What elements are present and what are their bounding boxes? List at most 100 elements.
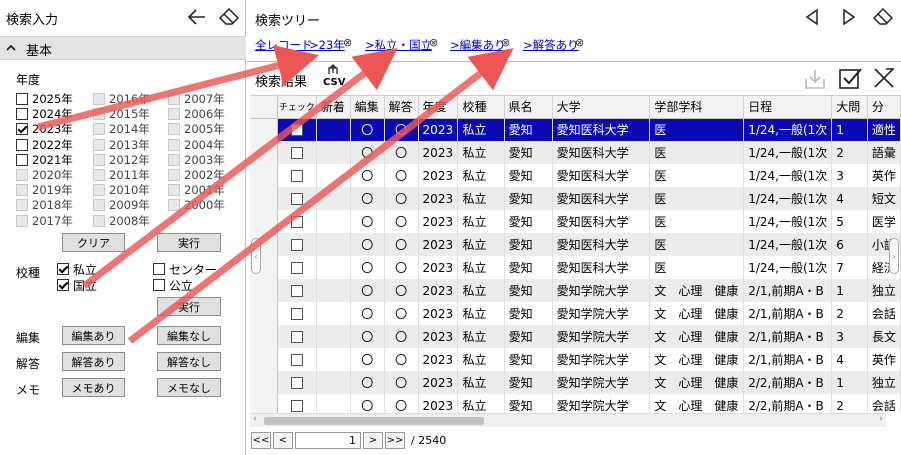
- breadcrumb-year[interactable]: >23年: [309, 37, 345, 53]
- column-header[interactable]: 分: [867, 96, 901, 119]
- row-check-cell[interactable]: [277, 348, 317, 371]
- table-row[interactable]: 〇〇 2023 私立 愛知 愛知学院大学文 心理 健康 2/1,前期A・B 2 会話: [250, 302, 901, 325]
- edit-yes-button[interactable]: 編集あり: [62, 326, 125, 345]
- year-checkbox-2011年[interactable]: 2011年: [93, 168, 150, 182]
- table-row[interactable]: 〇〇 2023 私立 愛知 愛知医科大学医 1/24,一般(1次 2 語彙: [250, 141, 901, 164]
- right-collapse-handle[interactable]: ›: [889, 238, 899, 274]
- column-header[interactable]: チェック: [277, 96, 317, 119]
- checkbox-icon[interactable]: [290, 331, 303, 343]
- horizontal-scrollbar[interactable]: ‹ ›: [250, 413, 886, 427]
- school-type-checkbox[interactable]: 公立: [153, 278, 193, 293]
- answer-no-button[interactable]: 解答なし: [157, 352, 221, 371]
- table-row[interactable]: 〇〇 2023 私立 愛知 愛知医科大学医 1/24,一般(1次 6 小説: [250, 233, 901, 256]
- table-row[interactable]: 〇〇 2023 私立 愛知 愛知学院大学文 心理 健康 2/2,前期A・B 1 独立: [250, 371, 901, 394]
- scroll-thumb[interactable]: [264, 417, 484, 425]
- column-header[interactable]: 年度: [418, 96, 459, 119]
- checkbox-icon[interactable]: [153, 279, 165, 291]
- checkbox-icon[interactable]: [290, 285, 303, 297]
- row-check-cell[interactable]: [277, 141, 317, 164]
- row-header[interactable]: [250, 302, 278, 325]
- table-row[interactable]: 〇〇 2023 私立 愛知 愛知学院大学文 心理 健康 2/1,前期A・B 1 独立: [250, 279, 901, 302]
- row-header[interactable]: [250, 187, 278, 210]
- csv-export-icon[interactable]: CSV: [320, 64, 346, 92]
- row-check-cell[interactable]: [277, 279, 317, 302]
- page-number-input[interactable]: 1: [295, 431, 361, 449]
- back-arrow-icon[interactable]: [186, 6, 208, 28]
- table-row[interactable]: 〇〇 2023 私立 愛知 愛知学院大学文 心理 健康 2/1,前期A・B 4 英作: [250, 348, 901, 371]
- year-checkbox-2006年[interactable]: 2006年: [168, 107, 225, 121]
- run-button[interactable]: 実行: [157, 233, 221, 252]
- checkbox-icon[interactable]: [16, 214, 28, 227]
- year-checkbox-2004年[interactable]: 2004年: [168, 138, 225, 152]
- checkbox-icon[interactable]: [290, 239, 303, 251]
- checkbox-icon[interactable]: [16, 108, 28, 121]
- year-checkbox-2008年[interactable]: 2008年: [93, 214, 150, 228]
- checkbox-icon[interactable]: [168, 153, 180, 166]
- row-header[interactable]: [250, 394, 278, 413]
- close-circle-icon[interactable]: ⊗: [429, 36, 438, 49]
- left-collapse-handle[interactable]: ‹: [251, 238, 261, 274]
- checkbox-icon[interactable]: [93, 123, 105, 136]
- row-header[interactable]: [250, 279, 278, 302]
- run-button-2[interactable]: 実行: [157, 297, 221, 316]
- year-checkbox-2013年[interactable]: 2013年: [93, 138, 150, 152]
- table-row[interactable]: 〇〇 2023 私立 愛知 愛知学院大学文 心理 健康 2/1,前期A・B 3 長文: [250, 325, 901, 348]
- column-header[interactable]: 学部学科: [649, 96, 745, 119]
- memo-no-button[interactable]: メモなし: [157, 378, 221, 397]
- memo-yes-button[interactable]: メモあり: [62, 378, 125, 397]
- checkbox-icon[interactable]: [168, 184, 180, 197]
- breadcrumb-answered[interactable]: >解答あり: [523, 37, 579, 53]
- school-type-checkbox[interactable]: センター: [153, 262, 217, 277]
- column-header[interactable]: 県名: [504, 96, 553, 119]
- scroll-left-icon[interactable]: ‹: [253, 414, 257, 424]
- close-circle-icon[interactable]: ⊗: [343, 36, 352, 49]
- checkbox-icon[interactable]: [16, 169, 28, 181]
- checkbox-icon[interactable]: [93, 108, 105, 121]
- scroll-right-icon[interactable]: ›: [879, 414, 883, 424]
- year-checkbox-2023年[interactable]: 2023年: [16, 122, 73, 136]
- checkbox-icon[interactable]: [93, 93, 105, 105]
- row-header[interactable]: [250, 141, 278, 164]
- school-type-checkbox[interactable]: 国立: [57, 278, 97, 293]
- checkbox-icon[interactable]: [16, 93, 28, 105]
- year-checkbox-2022年[interactable]: 2022年: [16, 138, 73, 152]
- column-header[interactable]: 校種: [457, 96, 505, 119]
- table-row[interactable]: 〇〇 2023 私立 愛知 愛知医科大学医 1/24,一般(1次 4 短文: [250, 187, 901, 210]
- checkbox-checked-icon[interactable]: [57, 279, 69, 291]
- table-row[interactable]: 〇〇 2023 私立 愛知 愛知医科大学医 1/24,一般(1次 7 経済: [250, 256, 901, 279]
- year-checkbox-2018年[interactable]: 2018年: [16, 198, 73, 212]
- row-check-cell[interactable]: [277, 325, 317, 348]
- row-check-cell[interactable]: [277, 256, 317, 279]
- breadcrumb-all-records[interactable]: 全レコード: [255, 37, 313, 53]
- row-check-cell[interactable]: [277, 233, 317, 256]
- column-header[interactable]: 解答: [384, 96, 419, 119]
- year-checkbox-2002年[interactable]: 2002年: [168, 168, 225, 182]
- school-type-checkbox[interactable]: 私立: [57, 262, 97, 277]
- row-header[interactable]: [250, 118, 278, 141]
- row-check-cell[interactable]: [277, 210, 317, 233]
- check-all-icon[interactable]: [837, 65, 863, 91]
- year-checkbox-2003年[interactable]: 2003年: [168, 153, 225, 167]
- year-checkbox-2020年[interactable]: 2020年: [16, 168, 73, 182]
- checkbox-checked-icon[interactable]: [57, 263, 69, 275]
- checkbox-icon[interactable]: [168, 93, 180, 105]
- year-checkbox-2021年[interactable]: 2021年: [16, 153, 73, 167]
- year-checkbox-2019年[interactable]: 2019年: [16, 183, 73, 197]
- column-header[interactable]: 大問: [831, 96, 868, 119]
- checkbox-icon[interactable]: [16, 184, 28, 197]
- checkbox-icon[interactable]: [153, 263, 165, 275]
- year-checkbox-2025年[interactable]: 2025年: [16, 92, 73, 106]
- edit-no-button[interactable]: 編集なし: [157, 326, 221, 345]
- next-page-button[interactable]: >: [363, 431, 383, 449]
- year-checkbox-2012年[interactable]: 2012年: [93, 153, 150, 167]
- eraser-icon[interactable]: [872, 5, 894, 27]
- checkbox-icon[interactable]: [16, 138, 28, 151]
- row-check-cell[interactable]: [277, 302, 317, 325]
- year-checkbox-2001年[interactable]: 2001年: [168, 183, 225, 197]
- checkbox-icon[interactable]: [290, 262, 303, 274]
- last-page-button[interactable]: >>: [385, 431, 405, 449]
- year-checkbox-2010年[interactable]: 2010年: [93, 183, 150, 197]
- year-checkbox-2017年[interactable]: 2017年: [16, 214, 73, 228]
- checkbox-icon[interactable]: [93, 184, 105, 197]
- triangle-right-icon[interactable]: [838, 6, 860, 28]
